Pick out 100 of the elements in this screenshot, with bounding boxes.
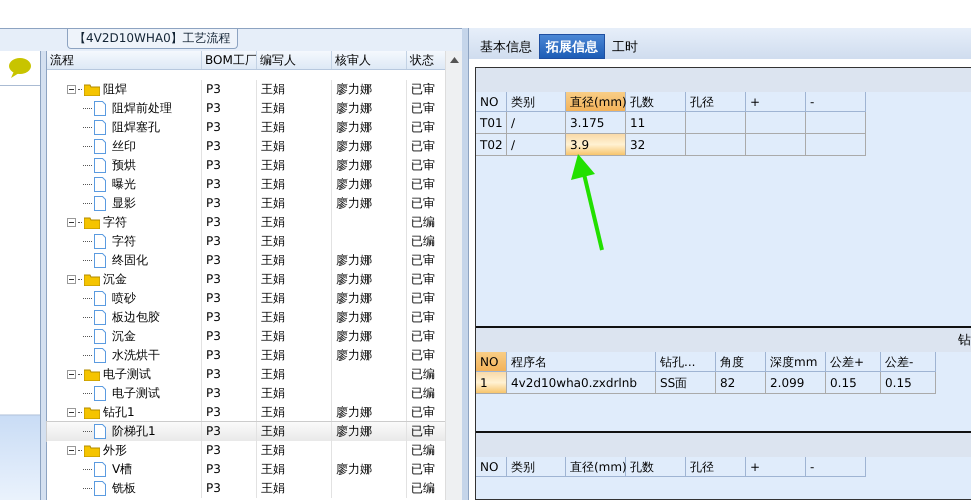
tree-label: 水洗烘干 [112, 347, 160, 364]
column-header[interactable]: 直径(mm) [566, 456, 626, 477]
tree-label: 阻焊 [103, 81, 127, 98]
table-cell: 王娟 [261, 101, 285, 115]
column-header[interactable]: 程序名 [507, 352, 656, 372]
tree-label: 外形 [103, 442, 127, 459]
table-cell: 已编 [411, 386, 435, 400]
column-header[interactable]: 孔数 [626, 92, 686, 112]
table-cell: 廖力娜 [336, 158, 372, 172]
table-cell: 王娟 [261, 405, 285, 419]
table-cell: P3 [206, 120, 221, 134]
document-icon [94, 348, 106, 363]
table-cell: 已审 [411, 405, 435, 419]
tree-label: 阻焊前处理 [112, 100, 172, 117]
document-icon [94, 386, 106, 401]
document-icon [94, 139, 106, 154]
collapse-icon[interactable] [67, 446, 76, 455]
table-cell: 已审 [411, 101, 435, 115]
table-cell: 王娟 [261, 158, 285, 172]
table-cell: 已审 [411, 310, 435, 324]
collapse-icon[interactable] [67, 408, 76, 417]
column-header[interactable]: + [746, 456, 806, 477]
collapse-icon[interactable] [67, 85, 76, 94]
column-header[interactable]: 钻孔... [656, 352, 716, 372]
table-cell: 已审 [411, 158, 435, 172]
table-cell: P3 [206, 272, 221, 286]
table-cell [686, 134, 746, 156]
column-header[interactable]: BOM工厂 [202, 51, 257, 69]
table-cell: 已审 [411, 291, 435, 305]
table-cell: 王娟 [261, 386, 285, 400]
tab[interactable]: 工时 [605, 34, 645, 59]
folder-icon [84, 273, 100, 286]
column-header[interactable]: 角度 [716, 352, 766, 372]
tree-row[interactable]: 阶梯孔1 P3 王娟 廖力娜 已审 [47, 422, 445, 441]
column-header[interactable]: - [806, 456, 866, 477]
table-cell: 王娟 [261, 424, 285, 438]
panel-title: 【4V2D10WHA0】工艺流程 [67, 29, 238, 49]
table-cell: 王娟 [261, 234, 285, 248]
table-cell: T02 [476, 134, 507, 156]
document-icon [94, 310, 106, 325]
column-header[interactable]: + [746, 92, 806, 112]
tree-label: 阶梯孔1 [112, 423, 156, 440]
table-cell: 已编 [411, 481, 435, 495]
table-cell: 11 [626, 112, 686, 134]
table-cell: 已编 [411, 367, 435, 381]
table-cell: 王娟 [261, 481, 285, 495]
column-header[interactable]: 孔数 [626, 456, 686, 477]
folder-icon [84, 406, 100, 419]
table-cell: P3 [206, 158, 221, 172]
table-cell: / [507, 112, 566, 134]
document-icon [94, 481, 106, 496]
collapse-icon[interactable] [67, 275, 76, 284]
collapse-icon[interactable] [67, 370, 76, 379]
table-cell: 王娟 [261, 310, 285, 324]
tree-label: 预烘 [112, 157, 136, 174]
collapse-icon[interactable] [67, 218, 76, 227]
table-cell: 1 [476, 372, 507, 394]
table-cell: 廖力娜 [336, 310, 372, 324]
tree-label: 沉金 [103, 271, 127, 288]
document-icon [94, 158, 106, 173]
column-header[interactable]: 直径(mm) [566, 92, 626, 112]
tab[interactable]: 基本信息 [473, 34, 539, 59]
column-header[interactable]: 孔径 [686, 456, 746, 477]
column-header[interactable]: NO [476, 92, 507, 112]
table-cell: 已编 [411, 443, 435, 457]
column-header[interactable]: - [806, 92, 866, 112]
table-cell: 32 [626, 134, 686, 156]
column-header[interactable]: 类别 [507, 456, 566, 477]
tab[interactable]: 拓展信息 [539, 34, 605, 59]
table-cell: 王娟 [261, 120, 285, 134]
section-label: 钻 [958, 332, 971, 349]
table-cell: 王娟 [261, 177, 285, 191]
tree-row[interactable]: 钻孔1 P3 王娟 廖力娜 已审 [47, 403, 445, 422]
column-header[interactable]: 类别 [507, 92, 566, 112]
table-cell: 廖力娜 [336, 101, 372, 115]
table-cell: 王娟 [261, 196, 285, 210]
column-header[interactable]: 公差- [881, 352, 936, 372]
tree-label: 电子测试 [103, 366, 151, 383]
column-header[interactable]: 编写人 [257, 51, 332, 69]
column-header[interactable]: 公差+ [826, 352, 881, 372]
table-cell: 王娟 [261, 443, 285, 457]
table-cell: 廖力娜 [336, 82, 372, 96]
table-cell: 0.15 [881, 372, 936, 394]
folder-icon [84, 83, 100, 96]
table-cell: 已审 [411, 329, 435, 343]
column-header[interactable]: NO [476, 352, 507, 372]
column-header[interactable]: 流程 [47, 51, 202, 69]
document-icon [94, 329, 106, 344]
tree-label: 铣板 [112, 480, 136, 497]
column-header[interactable]: 核审人 [332, 51, 407, 69]
table-cell: P3 [206, 405, 221, 419]
scroll-up-icon[interactable] [450, 57, 458, 63]
table-cell: 廖力娜 [336, 462, 372, 476]
column-header[interactable]: 深度mm [766, 352, 826, 372]
table-cell: P3 [206, 348, 221, 362]
table-cell: P3 [206, 329, 221, 343]
table-cell: 廖力娜 [336, 177, 372, 191]
column-header[interactable]: 孔径 [686, 92, 746, 112]
column-header[interactable]: NO [476, 456, 507, 477]
table-cell: P3 [206, 291, 221, 305]
